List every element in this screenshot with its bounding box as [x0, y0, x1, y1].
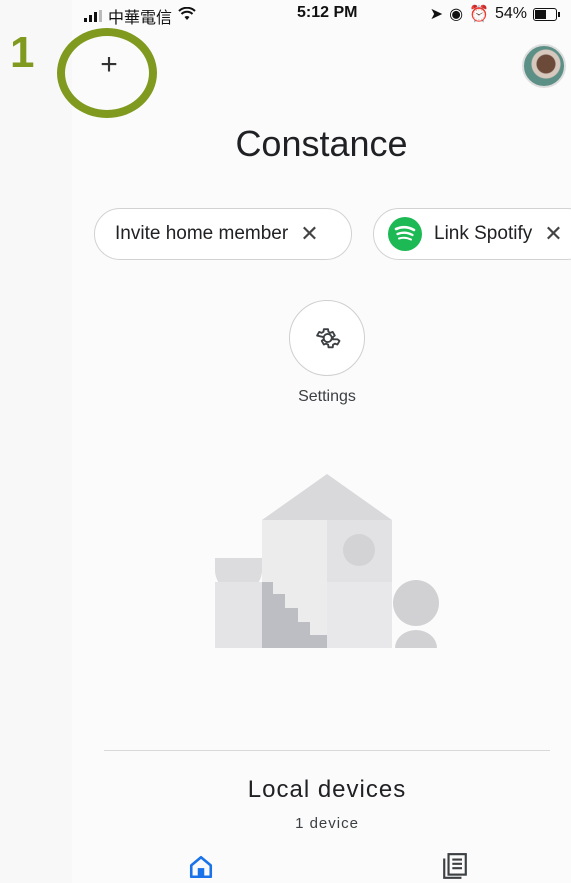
wifi-icon: [178, 6, 196, 26]
add-button[interactable]: +: [92, 48, 126, 82]
feed-icon[interactable]: [442, 852, 468, 880]
status-time: 5:12 PM: [297, 4, 358, 21]
invite-chip-label: Invite home member: [115, 223, 289, 244]
gear-icon: [316, 328, 341, 349]
close-icon[interactable]: ✕: [544, 221, 562, 247]
bottom-navigation: [72, 828, 571, 883]
alarm-icon: ⏰: [469, 6, 489, 23]
battery-percent: 54%: [494, 5, 527, 22]
settings-button[interactable]: [289, 300, 365, 376]
status-right: ➤ ◉ ⏰ 54%: [429, 4, 560, 24]
battery-icon: [533, 7, 560, 21]
local-devices-title[interactable]: Local devices: [72, 776, 571, 804]
home-icon[interactable]: [188, 854, 214, 880]
home-title: Constance: [235, 123, 408, 164]
settings-label: Settings: [298, 388, 356, 405]
profile-avatar[interactable]: [522, 44, 566, 88]
location-icon: ➤: [429, 6, 444, 23]
orientation-lock-icon: ◉: [449, 6, 464, 23]
status-bar: 中華電信 5:12 PM ➤ ◉ ⏰ 54%: [72, 0, 571, 30]
empty-home-illustration: [215, 474, 439, 648]
step-number-annotation: 1: [10, 28, 35, 77]
plus-icon: +: [100, 48, 118, 81]
status-left: 中華電信: [84, 4, 196, 28]
section-divider: [104, 750, 550, 751]
spotify-chip-label: Link Spotify: [434, 223, 533, 244]
spotify-icon: [388, 217, 422, 251]
close-icon[interactable]: ✕: [300, 221, 318, 247]
carrier-label: 中華電信: [108, 10, 173, 27]
invite-home-member-chip[interactable]: Invite home member ✕: [94, 208, 352, 260]
signal-icon: [84, 10, 102, 22]
link-spotify-chip[interactable]: Link Spotify ✕: [373, 208, 571, 260]
